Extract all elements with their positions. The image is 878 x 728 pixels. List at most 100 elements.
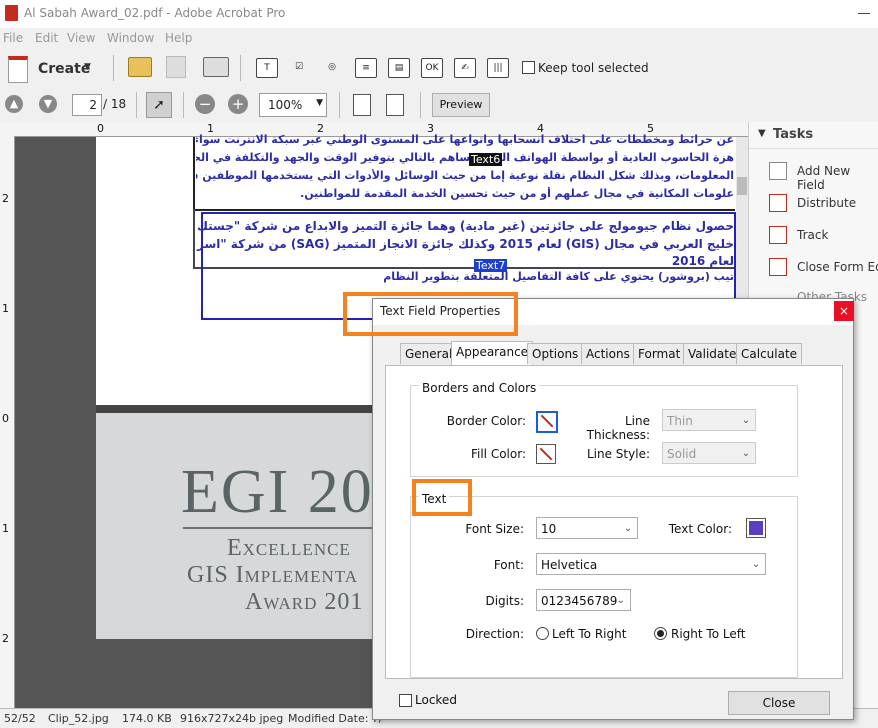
menu-bar: File Edit View Window Help (0, 28, 878, 48)
window-title: Al Sabah Award_02.pdf - Adobe Acrobat Pr… (24, 6, 286, 20)
tab-calculate[interactable]: Calculate (736, 343, 803, 364)
line-style-label: Line Style: (586, 447, 650, 461)
tab-appearance[interactable]: Appearance (451, 341, 534, 365)
list-box-tool-icon[interactable]: ≡ (355, 58, 377, 78)
text-color-swatch[interactable] (746, 518, 766, 538)
tab-format[interactable]: Format (633, 343, 686, 364)
scrollbar-thumb[interactable] (737, 177, 747, 195)
direction-label: Direction: (465, 627, 524, 641)
ruler-tick: 2 (2, 192, 9, 205)
ruler-tick: 1 (2, 302, 9, 315)
collapse-triangle-icon[interactable]: ▼ (758, 128, 766, 139)
fit-page-icon[interactable] (353, 94, 371, 116)
font-select[interactable]: Helvetica ⌄ (536, 553, 766, 575)
menu-help[interactable]: Help (165, 31, 192, 45)
fill-color-label: Fill Color: (470, 447, 526, 461)
no-color-slash-icon (539, 447, 553, 461)
chevron-down-icon: ⌄ (751, 559, 761, 570)
title-bar: Al Sabah Award_02.pdf - Adobe Acrobat Pr… (0, 0, 878, 28)
ruler-tick: 2 (2, 632, 9, 645)
tab-general[interactable]: General (400, 343, 458, 364)
task-track[interactable]: Track (797, 228, 828, 242)
next-page-icon[interactable]: ▼ (39, 95, 57, 113)
menu-window[interactable]: Window (107, 31, 154, 45)
text-color-fill (749, 521, 763, 535)
title-highlight-box (343, 292, 518, 336)
zoom-out-icon[interactable]: − (195, 94, 215, 114)
menu-edit[interactable]: Edit (35, 31, 58, 45)
line-style-select[interactable]: Solid ⌄ (662, 442, 756, 464)
font-label: Font: (493, 558, 524, 572)
tasks-header[interactable]: ▼ Tasks (749, 122, 878, 149)
cover-line-3: Award 201 (245, 589, 364, 615)
page-total: / 18 (103, 97, 127, 111)
zoom-in-icon[interactable]: + (228, 94, 248, 114)
print-icon[interactable] (203, 57, 229, 77)
task-close-form-editing[interactable]: Close Form Edit (797, 260, 878, 274)
menu-file[interactable]: File (3, 31, 23, 45)
chevron-down-icon[interactable]: ▼ (316, 98, 323, 108)
track-icon (769, 226, 787, 244)
fit-width-icon[interactable] (386, 94, 404, 116)
signature-tool-icon[interactable]: ✍ (454, 58, 476, 78)
close-form-icon (769, 258, 787, 276)
no-color-slash-icon (540, 414, 554, 428)
radio-tool-icon[interactable]: ◎ (322, 58, 342, 76)
button-tool-icon[interactable]: OK (421, 58, 443, 78)
create-icon[interactable] (8, 56, 28, 83)
font-size-select[interactable]: 10 ⌄ (536, 517, 638, 539)
menu-view[interactable]: View (67, 31, 95, 45)
select-tool-icon[interactable]: ➚ (146, 92, 172, 118)
checkbox-tool-icon[interactable]: ☑ (289, 58, 309, 76)
page-number-input[interactable]: 2 (72, 94, 102, 116)
create-button[interactable]: Create (38, 61, 90, 77)
zoom-level-select[interactable]: 100% ▼ (259, 93, 327, 117)
document-line: هزة الحاسوب العادية أو بواسطة الهواتف ال… (196, 151, 734, 164)
border-color-label: Border Color: (446, 414, 526, 428)
status-index: 52/52 (4, 712, 36, 725)
right-to-left-label[interactable]: Right To Left (671, 627, 745, 641)
digits-value: 0123456789 (541, 594, 618, 608)
open-folder-icon[interactable] (128, 57, 152, 77)
text-field-tool-icon[interactable]: T (256, 58, 278, 78)
tasks-title: Tasks (773, 127, 814, 142)
document-line: علومات المكانية في مجال عملهم أو من حيث … (300, 187, 734, 200)
cover-title: EGI 20 (181, 458, 374, 526)
minimize-icon[interactable] (858, 13, 870, 14)
tab-actions[interactable]: Actions (581, 343, 635, 364)
create-dropdown-icon[interactable]: ▼ (84, 62, 91, 72)
locked-checkbox[interactable] (399, 694, 412, 707)
distribute-icon (769, 194, 787, 212)
status-modified: Modified Date: 7/ (288, 712, 383, 725)
left-to-right-label[interactable]: Left To Right (552, 627, 626, 641)
keep-tool-checkbox[interactable] (522, 61, 535, 74)
task-add-new-field[interactable]: Add New Field (797, 164, 878, 192)
status-dimensions: 916x727x24b jpeg (180, 712, 284, 725)
tab-validate[interactable]: Validate (683, 343, 742, 364)
add-field-icon (769, 162, 787, 180)
document-line: المعلومات، وبذلك شكل النظام نقلة نوعية إ… (196, 169, 734, 182)
dropdown-tool-icon[interactable]: ▤ (388, 58, 410, 78)
fill-color-swatch[interactable] (536, 444, 556, 464)
previous-page-icon[interactable]: ▲ (5, 95, 23, 113)
cover-line-1: Excellence (227, 535, 351, 561)
keep-tool-label: Keep tool selected (538, 61, 649, 75)
chevron-down-icon: ⌄ (741, 415, 751, 426)
text6-field-label[interactable]: Text6 (469, 153, 503, 166)
document-line: حصول نظام جيومولج على جائزتين (غير مادية… (196, 219, 734, 233)
close-button[interactable]: Close (728, 691, 830, 715)
right-to-left-radio[interactable] (654, 627, 667, 640)
line-thickness-select[interactable]: Thin ⌄ (662, 409, 756, 431)
border-color-swatch[interactable] (536, 411, 558, 433)
left-to-right-radio[interactable] (536, 627, 549, 640)
task-distribute[interactable]: Distribute (797, 196, 856, 210)
locked-label: Locked (415, 693, 457, 707)
close-icon[interactable]: × (834, 301, 854, 321)
text-color-label: Text Color: (668, 522, 732, 536)
digits-select[interactable]: 0123456789 ⌄ (536, 589, 631, 611)
preview-button[interactable]: Preview (432, 93, 490, 117)
barcode-tool-icon[interactable]: ||| (487, 58, 509, 78)
save-icon[interactable] (166, 56, 186, 78)
tab-options[interactable]: Options (527, 343, 584, 364)
chevron-down-icon: ⌄ (623, 523, 633, 534)
